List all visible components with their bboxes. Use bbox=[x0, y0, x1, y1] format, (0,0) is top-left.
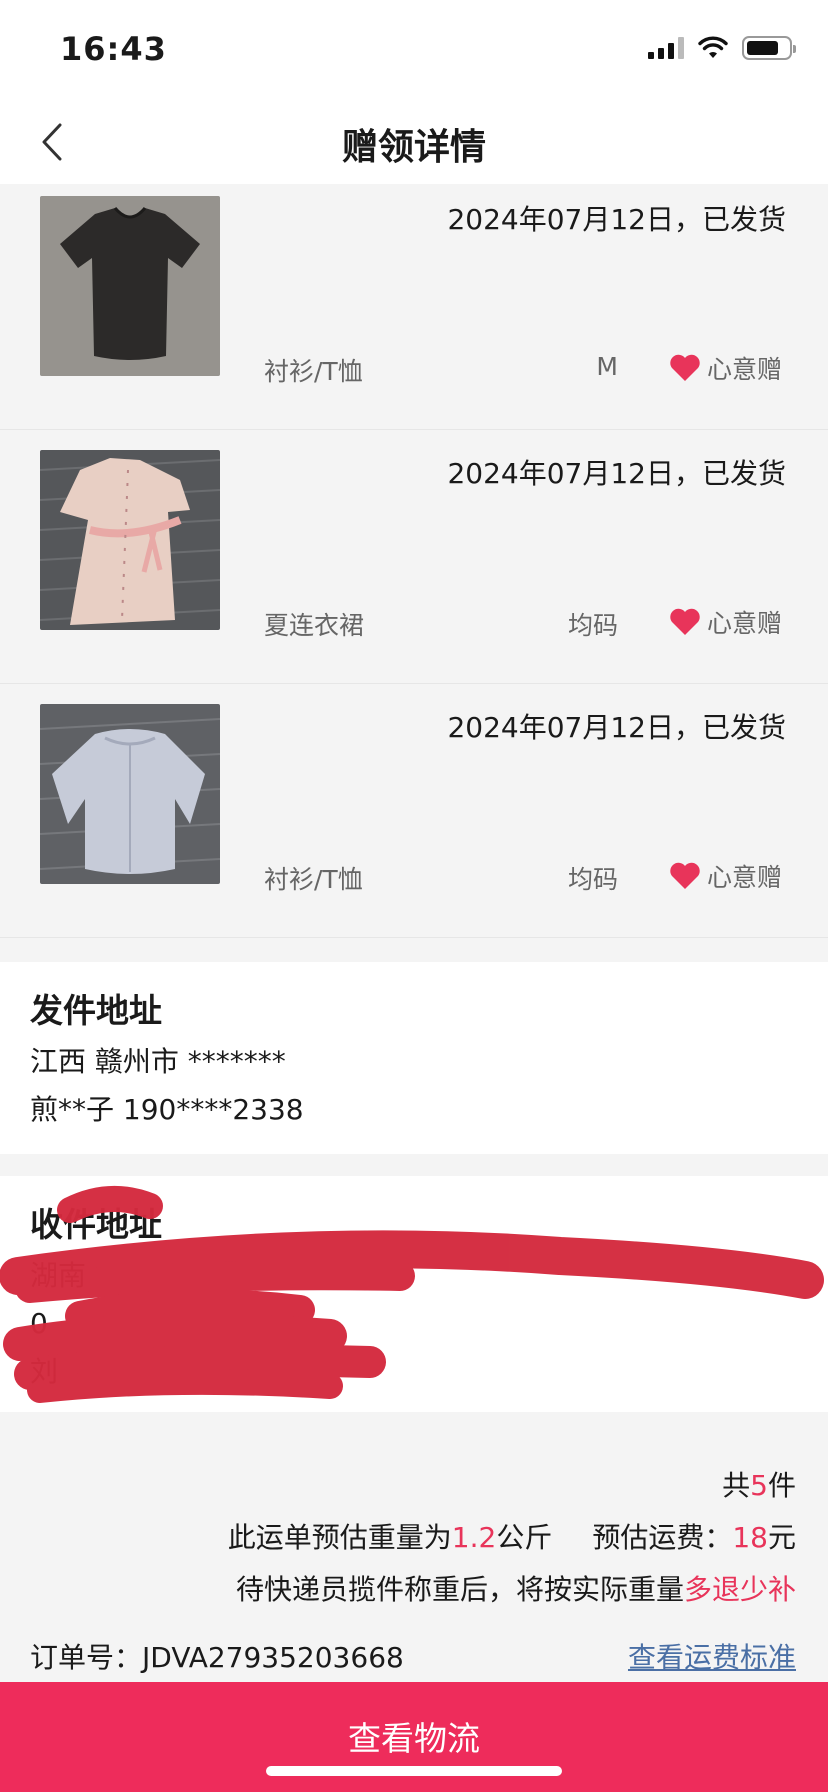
item-tag-label: 心意赠 bbox=[706, 609, 782, 638]
refund-note: 待快递员揽件称重后，将按实际重量 bbox=[235, 1573, 684, 1606]
view-logistics-label: 查看物流 bbox=[348, 1719, 480, 1758]
item-count-suffix: 件 bbox=[767, 1469, 796, 1502]
receiver-address-title: 收件地址 bbox=[30, 1205, 162, 1244]
item-gift-tag: 心意赠 bbox=[669, 604, 782, 640]
status-bar: 16:43 bbox=[0, 0, 828, 100]
item-size: 均码 bbox=[567, 611, 618, 640]
item-date-status: 2024年07月12日，已发货 bbox=[447, 711, 786, 744]
order-number-value: JDVA27935203668 bbox=[142, 1641, 404, 1674]
sender-address-region: 江西 赣州市 ******* bbox=[30, 1045, 286, 1078]
refund-note-line: 待快递员揽件称重后，将按实际重量多退少补 bbox=[236, 1568, 796, 1608]
item-photo-black-tshirt bbox=[40, 196, 220, 376]
sender-address-card: 发件地址 江西 赣州市 ******* 煎**子 190****2338 bbox=[0, 962, 828, 1154]
weight-fee-line: 此运单预估重量为1.2公斤 预估运费：18元 bbox=[228, 1516, 796, 1556]
item-category: 衬衫/T恤 bbox=[264, 865, 363, 894]
page-title: 赠领详情 bbox=[341, 127, 486, 168]
item-count-value: 5 bbox=[750, 1469, 768, 1502]
gift-item[interactable]: 2024年07月12日，已发货 衬衫/T恤 M 心意赠 bbox=[0, 184, 828, 430]
gift-item[interactable]: 2024年07月12日，已发货 衬衫/T恤 均码 心意赠 bbox=[0, 684, 828, 938]
item-count-line: 共5件 bbox=[722, 1464, 796, 1504]
item-date-status: 2024年07月12日，已发货 bbox=[447, 457, 786, 490]
fee-unit: 元 bbox=[767, 1521, 796, 1554]
item-size: 均码 bbox=[567, 865, 618, 894]
wifi-icon bbox=[698, 36, 728, 58]
order-number: 订单号：JDVA27935203668 bbox=[30, 1636, 404, 1676]
receiver-address-card: 收件地址 湖南 0 刘 bbox=[0, 1176, 828, 1412]
status-icons bbox=[648, 36, 796, 60]
battery-icon bbox=[742, 36, 796, 60]
item-category: 夏连衣裙 bbox=[264, 611, 365, 640]
gift-item[interactable]: 2024年07月12日，已发货 夏连衣裙 均码 心意赠 bbox=[0, 430, 828, 684]
shipping-fee-standard-link[interactable]: 查看运费标准 bbox=[628, 1636, 796, 1676]
item-category: 衬衫/T恤 bbox=[264, 357, 363, 386]
receiver-address-line: 湖南 bbox=[30, 1259, 87, 1292]
fee-value: 18 bbox=[732, 1521, 768, 1554]
fee-label: 预估运费： bbox=[592, 1521, 733, 1554]
heart-icon bbox=[670, 608, 700, 635]
view-logistics-button[interactable]: 查看物流 bbox=[0, 1682, 828, 1792]
sender-contact: 煎**子 190****2338 bbox=[30, 1093, 304, 1126]
shipping-summary: 共5件 此运单预估重量为1.2公斤 预估运费：18元 待快递员揽件称重后，将按实际… bbox=[0, 1412, 828, 1682]
gift-item-list: 2024年07月12日，已发货 衬衫/T恤 M 心意赠 2024年07月12日，… bbox=[0, 184, 828, 938]
item-gift-tag: 心意赠 bbox=[669, 858, 782, 894]
item-photo-lavender-blouse bbox=[40, 704, 220, 884]
refund-note-highlight: 多退少补 bbox=[683, 1573, 796, 1606]
home-indicator bbox=[266, 1766, 562, 1776]
receiver-contact: 刘 bbox=[30, 1355, 59, 1388]
heart-icon bbox=[670, 354, 700, 381]
sender-address-title: 发件地址 bbox=[30, 991, 162, 1030]
item-size: M bbox=[596, 352, 618, 381]
item-tag-label: 心意赠 bbox=[706, 355, 782, 384]
receiver-address-line: 0 bbox=[30, 1307, 48, 1340]
item-tag-label: 心意赠 bbox=[706, 863, 782, 892]
item-date-status: 2024年07月12日，已发货 bbox=[447, 203, 786, 236]
order-number-label: 订单号： bbox=[30, 1641, 143, 1674]
weight-value: 1.2 bbox=[451, 1521, 497, 1554]
weight-label: 此运单预估重量为 bbox=[227, 1521, 452, 1554]
status-time: 16:43 bbox=[60, 30, 167, 68]
item-gift-tag: 心意赠 bbox=[669, 350, 782, 386]
weight-unit: 公斤 bbox=[496, 1521, 553, 1554]
item-count-prefix: 共 bbox=[722, 1469, 751, 1502]
cellular-signal-icon bbox=[648, 37, 684, 59]
nav-bar: 赠领详情 bbox=[0, 100, 828, 184]
heart-icon bbox=[670, 862, 700, 889]
item-photo-pink-dress bbox=[40, 450, 220, 630]
